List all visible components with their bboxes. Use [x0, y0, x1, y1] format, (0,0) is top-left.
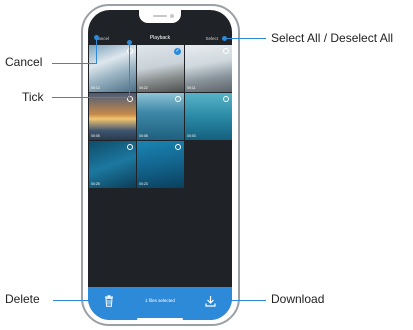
media-duration: 00:05	[91, 134, 100, 138]
phone-notch	[139, 10, 181, 23]
callout-line-cancel	[96, 38, 97, 64]
selection-action-bar: 1 files selected	[88, 287, 232, 320]
media-duration: 00:22	[139, 86, 148, 90]
callout-cancel: Cancel	[5, 55, 43, 69]
media-duration: 00:08	[139, 134, 148, 138]
media-thumbnail[interactable]: 00:23	[137, 141, 184, 188]
select-button[interactable]: Select	[205, 36, 218, 41]
media-thumbnail[interactable]: 00:05	[89, 93, 136, 140]
media-duration: 00:25	[91, 182, 100, 186]
media-duration: 00:03	[187, 134, 196, 138]
check-icon[interactable]: ✓	[174, 48, 181, 55]
callout-line-cancel	[52, 63, 96, 64]
media-duration: 00:23	[139, 182, 148, 186]
callout-line-tick	[52, 97, 129, 98]
callout-tick: Tick	[22, 90, 44, 104]
callout-dot-tick	[127, 40, 132, 45]
phone-screen: Cancel Playback Select 00:13 ✓ 00:22 00:…	[88, 10, 232, 320]
unselected-circle-icon[interactable]	[127, 144, 133, 150]
callout-delete: Delete	[5, 292, 40, 306]
unselected-circle-icon[interactable]	[175, 96, 181, 102]
media-thumbnail[interactable]: 00:03	[185, 93, 232, 140]
unselected-circle-icon[interactable]	[175, 144, 181, 150]
unselected-circle-icon[interactable]	[223, 96, 229, 102]
playback-header: Cancel Playback Select	[88, 32, 232, 44]
callout-select-all: Select All / Deselect All	[271, 31, 394, 45]
media-duration: 00:13	[91, 86, 100, 90]
callout-line-download	[225, 300, 266, 301]
home-indicator	[137, 318, 183, 320]
media-thumbnail[interactable]: 00:25	[89, 141, 136, 188]
unselected-circle-icon[interactable]	[223, 48, 229, 54]
callout-line-delete	[53, 300, 102, 301]
callout-dot-cancel	[94, 35, 99, 40]
media-thumbnail[interactable]: 00:08	[137, 93, 184, 140]
media-thumbnail[interactable]: 00:11	[185, 45, 232, 92]
callout-line-select-all	[224, 38, 266, 39]
callout-line-tick	[129, 43, 130, 98]
media-thumbnail[interactable]: ✓ 00:22	[137, 45, 184, 92]
download-icon[interactable]	[205, 295, 216, 307]
callout-dot-select-all	[222, 36, 227, 41]
media-duration: 00:11	[187, 86, 196, 90]
unselected-circle-icon[interactable]	[127, 48, 133, 54]
callout-download: Download	[271, 292, 325, 306]
